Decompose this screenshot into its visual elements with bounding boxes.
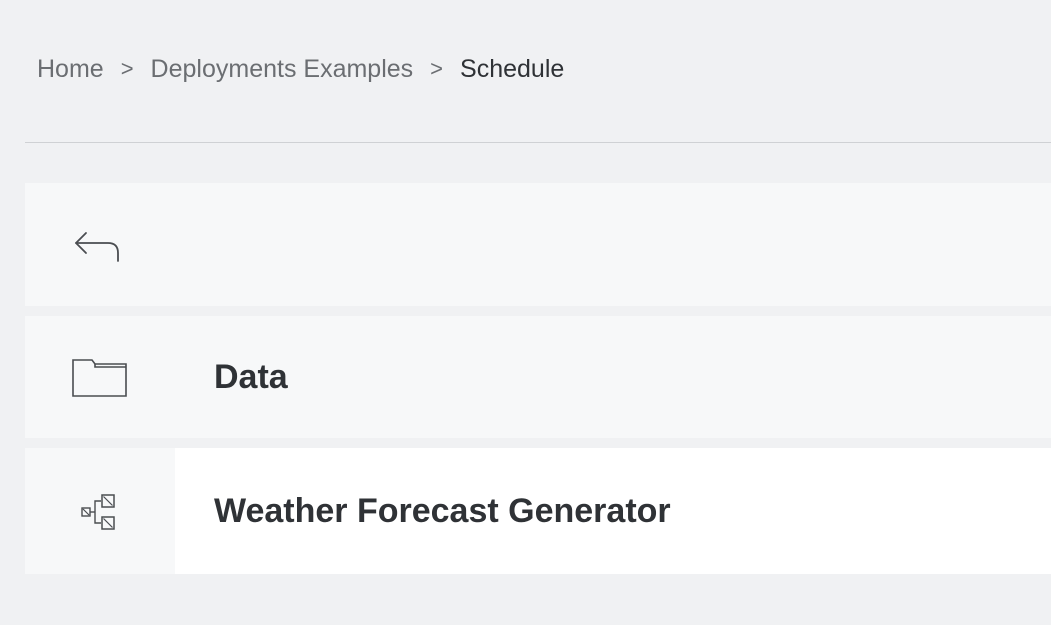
back-button[interactable]: [25, 183, 175, 306]
flow-row-weather-forecast-generator[interactable]: Weather Forecast Generator: [25, 448, 1051, 574]
breadcrumb-home[interactable]: Home: [37, 55, 104, 84]
breadcrumb-separator: >: [430, 56, 444, 81]
folder-icon-cell: [25, 316, 175, 438]
folder-row-data[interactable]: Data: [25, 316, 1051, 438]
flow-icon-cell: [25, 448, 175, 574]
breadcrumb-current: Schedule: [460, 54, 565, 83]
folder-label: Data: [214, 357, 288, 396]
folder-icon: [72, 359, 127, 397]
breadcrumb: Home > Deployments Examples > Schedule: [25, 0, 1051, 143]
breadcrumb-separator: >: [120, 56, 134, 81]
back-row[interactable]: [25, 183, 1051, 306]
breadcrumb-deployments-examples[interactable]: Deployments Examples: [151, 55, 414, 84]
flow-label: Weather Forecast Generator: [214, 491, 671, 530]
back-arrow-icon: [75, 231, 119, 262]
flow-icon: [81, 494, 115, 530]
